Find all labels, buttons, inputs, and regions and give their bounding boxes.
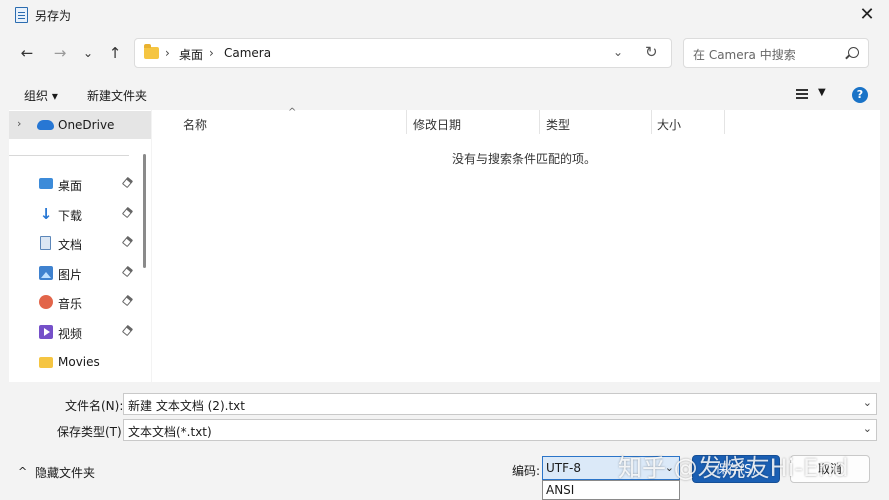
up-button[interactable]: ↑ — [104, 42, 126, 64]
navigation-pane: › OneDrive 桌面 ↓ 下载 文档 图片 音乐 视频 Movies — [9, 110, 151, 382]
command-toolbar: 组织 ▾ 新建文件夹 ▼ ? — [0, 80, 889, 110]
sidebar-item-movies[interactable]: Movies — [9, 348, 151, 376]
filename-label: 文件名(N): — [65, 399, 124, 413]
breadcrumb-separator: › — [165, 46, 170, 60]
forward-button[interactable]: → — [49, 42, 71, 64]
search-icon[interactable] — [848, 47, 859, 58]
sidebar-item-downloads[interactable]: ↓ 下载 — [9, 200, 151, 228]
notepad-icon — [15, 7, 28, 23]
column-header-date[interactable]: 修改日期 — [413, 116, 461, 133]
hide-folders-button[interactable]: 隐藏文件夹 — [35, 464, 95, 481]
download-icon: ↓ — [39, 205, 53, 223]
sidebar-item-pictures[interactable]: 图片 — [9, 259, 151, 287]
chevron-down-icon[interactable]: ⌄ — [665, 461, 674, 474]
chevron-down-icon[interactable]: ⌄ — [863, 396, 872, 409]
sidebar-item-label: 图片 — [58, 268, 83, 282]
sidebar-item-label: 下载 — [58, 209, 83, 223]
column-header-size[interactable]: 大小 — [657, 116, 681, 133]
sidebar-item-label: 桌面 — [58, 179, 83, 193]
encoding-label: 编码: — [512, 464, 541, 478]
pin-icon — [121, 265, 134, 278]
pin-icon — [121, 176, 134, 189]
sidebar-item-desktop[interactable]: 桌面 — [9, 170, 151, 198]
address-dropdown-icon[interactable]: ⌄ — [613, 45, 623, 59]
breadcrumb-desktop[interactable]: 桌面 — [179, 46, 203, 63]
chevron-right-icon[interactable]: › — [17, 117, 21, 130]
new-folder-button[interactable]: 新建文件夹 — [87, 87, 147, 104]
sidebar-item-label: 视频 — [58, 327, 83, 341]
music-icon — [39, 295, 53, 309]
sidebar-item-label: 文档 — [58, 238, 83, 252]
window-title: 另存为 — [35, 9, 72, 23]
folder-icon — [144, 44, 159, 59]
onedrive-cloud-icon — [37, 120, 54, 130]
view-dropdown-icon[interactable]: ▼ — [818, 87, 826, 98]
chevron-down-icon[interactable]: ⌄ — [863, 422, 872, 435]
document-icon — [40, 236, 51, 250]
column-divider[interactable] — [651, 110, 652, 134]
sidebar-item-label: 音乐 — [58, 297, 83, 311]
save-button[interactable]: 保存(S) — [692, 455, 780, 483]
breadcrumb-separator: › — [209, 46, 214, 60]
organize-menu[interactable]: 组织 ▾ — [24, 87, 58, 104]
navigation-bar: ← → ⌄ ↑ › 桌面 › Camera ⌄ ↻ 在 Camera 中搜索 — [0, 32, 889, 74]
help-icon[interactable]: ? — [852, 87, 868, 103]
title-bar: 另存为 ✕ — [0, 0, 889, 30]
filename-value: 新建 文本文档 (2).txt — [128, 399, 245, 413]
column-divider[interactable] — [539, 110, 540, 134]
sidebar-item-label: Movies — [58, 355, 100, 369]
folder-icon — [39, 357, 53, 368]
pin-icon — [121, 235, 134, 248]
picture-icon — [39, 266, 53, 280]
encoding-dropdown-list: ANSI — [542, 480, 680, 500]
search-input[interactable]: 在 Camera 中搜索 — [683, 38, 869, 68]
breadcrumb-camera[interactable]: Camera — [224, 46, 271, 60]
recent-locations-button[interactable]: ⌄ — [77, 42, 99, 64]
refresh-icon[interactable]: ↻ — [645, 43, 658, 61]
encoding-option-ansi[interactable]: ANSI — [546, 483, 574, 497]
search-placeholder: 在 Camera 中搜索 — [693, 48, 796, 62]
pin-icon — [121, 206, 134, 219]
sidebar-item-music[interactable]: 音乐 — [9, 288, 151, 316]
pin-icon — [121, 324, 134, 337]
encoding-value: UTF-8 — [546, 461, 581, 475]
encoding-select[interactable]: UTF-8 ⌄ — [542, 456, 680, 480]
desktop-icon — [39, 178, 53, 189]
sidebar-scrollbar[interactable] — [143, 154, 146, 268]
column-header-type[interactable]: 类型 — [546, 116, 570, 133]
address-bar[interactable]: › 桌面 › Camera ⌄ ↻ — [134, 38, 672, 68]
sort-ascending-icon: ^ — [288, 107, 297, 118]
filetype-label: 保存类型(T): — [57, 425, 126, 439]
filetype-value: 文本文档(*.txt) — [128, 425, 212, 439]
filename-field[interactable]: 新建 文本文档 (2).txt ⌄ — [123, 393, 877, 415]
sidebar-item-label: OneDrive — [58, 118, 115, 132]
cancel-button[interactable]: 取消 — [790, 455, 870, 483]
chevron-up-icon[interactable]: ^ — [18, 465, 27, 478]
sidebar-item-onedrive[interactable]: › OneDrive — [9, 111, 151, 139]
video-icon — [39, 325, 53, 339]
sidebar-item-documents[interactable]: 文档 — [9, 229, 151, 257]
file-list-pane: ^ 名称 修改日期 类型 大小 没有与搜索条件匹配的项。 — [152, 107, 880, 382]
sidebar-item-videos[interactable]: 视频 — [9, 318, 151, 346]
view-list-icon[interactable] — [796, 89, 808, 99]
column-header-name[interactable]: 名称 — [183, 116, 207, 133]
pin-icon — [121, 294, 134, 307]
close-button[interactable]: ✕ — [855, 3, 879, 27]
column-divider[interactable] — [724, 110, 725, 134]
back-button[interactable]: ← — [16, 42, 38, 64]
empty-folder-message: 没有与搜索条件匹配的项。 — [452, 152, 597, 166]
column-divider[interactable] — [406, 110, 407, 134]
filetype-select[interactable]: 文本文档(*.txt) ⌄ — [123, 419, 877, 441]
sidebar-divider — [9, 155, 129, 156]
